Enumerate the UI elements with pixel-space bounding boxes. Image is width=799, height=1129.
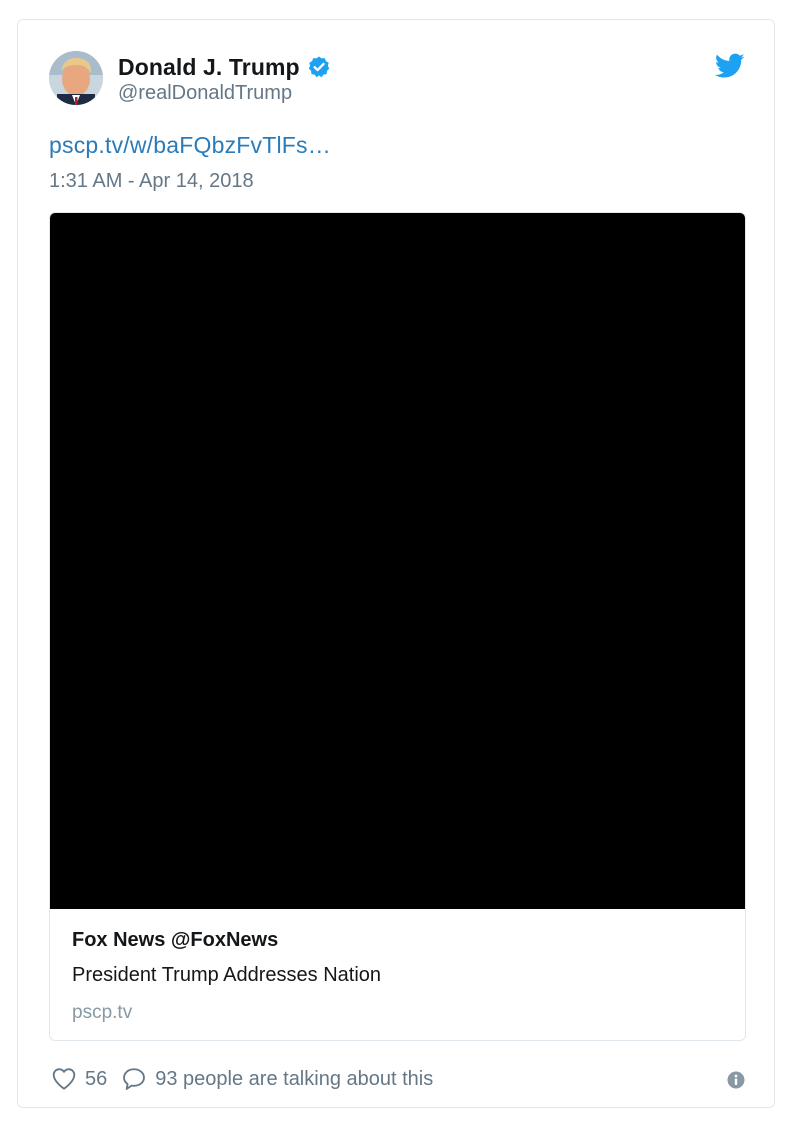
speech-bubble-icon[interactable] (121, 1066, 147, 1092)
video-player[interactable] (50, 213, 745, 909)
talking-about-text[interactable]: 93 people are talking about this (155, 1068, 433, 1091)
tweet-footer: 56 93 people are talking about this (51, 1064, 433, 1094)
media-card-title: Fox News @FoxNews (72, 929, 279, 951)
tweet-timestamp[interactable]: 1:31 AM - Apr 14, 2018 (49, 170, 254, 193)
tweet-link[interactable]: pscp.tv/w/baFQbzFvTlFs… (49, 132, 331, 159)
info-icon[interactable] (727, 1071, 745, 1089)
verified-badge-icon (307, 55, 331, 79)
author-handle[interactable]: @realDonaldTrump (118, 82, 292, 105)
author-name[interactable]: Donald J. Trump (118, 54, 300, 81)
like-count[interactable]: 56 (85, 1068, 107, 1091)
twitter-bird-icon[interactable] (714, 53, 745, 79)
media-card-description: President Trump Addresses Nation (72, 964, 382, 986)
media-card[interactable]: Fox News @FoxNews President Trump Addres… (49, 212, 746, 1041)
author-name-row[interactable]: Donald J. Trump (118, 52, 331, 82)
avatar[interactable] (49, 51, 103, 105)
avatar-image (49, 51, 103, 105)
heart-icon[interactable] (51, 1066, 77, 1092)
tweet-embed-card: Donald J. Trump @realDonaldTrump pscp.tv… (17, 19, 775, 1108)
media-card-domain: pscp.tv (72, 1002, 133, 1023)
